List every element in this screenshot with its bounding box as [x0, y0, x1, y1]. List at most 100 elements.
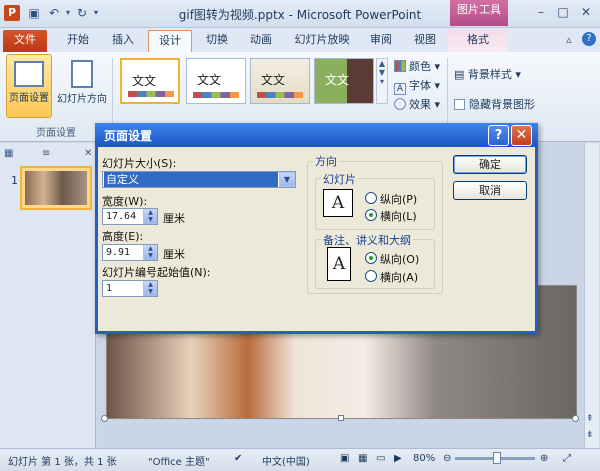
zoom-slider-knob[interactable]: [493, 452, 501, 464]
spellcheck-icon[interactable]: ✔: [234, 453, 242, 464]
theme-colors-label: 颜色: [409, 60, 431, 73]
prev-slide-icon[interactable]: ⇞: [586, 414, 594, 424]
minimize-ribbon-icon[interactable]: ▵: [566, 33, 572, 46]
resize-handle[interactable]: [338, 415, 344, 421]
number-from-label: 幻灯片编号起始值(N):: [102, 266, 211, 279]
theme-fonts-button[interactable]: A 字体 ▾: [394, 77, 440, 95]
close-icon[interactable]: ✕: [575, 4, 597, 20]
page-setup-group-label: 页面设置: [36, 128, 76, 139]
theme-sample-text: 文文: [197, 73, 222, 87]
tab-home[interactable]: 开始: [58, 30, 98, 52]
slides-portrait-radio[interactable]: [365, 192, 377, 204]
theme-option-2[interactable]: 文文: [186, 58, 246, 104]
fonts-icon: A: [394, 83, 406, 95]
language-status[interactable]: 中文(中国): [262, 453, 310, 468]
outline-tab-icon[interactable]: ≡: [42, 148, 50, 159]
height-spinner[interactable]: 9.91 ▲ ▼: [102, 244, 158, 261]
save-icon[interactable]: ▣: [26, 5, 42, 21]
width-spinner[interactable]: 17.64 ▲ ▼: [102, 208, 158, 225]
slide-size-label: 幻灯片大小(S):: [102, 157, 177, 170]
context-tab-group: 图片工具: [450, 0, 508, 26]
spinner-arrows-icon[interactable]: ▲ ▼: [143, 281, 157, 296]
resize-handle[interactable]: [572, 415, 579, 422]
hide-background-checkbox[interactable]: [454, 99, 465, 110]
minimize-icon[interactable]: –: [530, 4, 552, 20]
reading-view-icon[interactable]: ▭: [376, 453, 385, 464]
page-setup-button[interactable]: 页面设置: [6, 54, 52, 118]
window-title: gif图转为视频.pptx - Microsoft PowerPoint: [178, 8, 422, 22]
background-styles-button[interactable]: ▤ 背景样式 ▾: [454, 66, 521, 82]
slides-portrait-label: 纵向(P): [380, 193, 418, 206]
theme-option-1[interactable]: 文文: [120, 58, 180, 104]
number-from-spinner[interactable]: 1 ▲ ▼: [102, 280, 158, 297]
spinner-arrows-icon[interactable]: ▲ ▼: [143, 245, 157, 260]
theme-color-bar: [128, 91, 174, 97]
radio-selected-dot: [369, 213, 373, 217]
resize-handle[interactable]: [101, 415, 108, 422]
tab-animations[interactable]: 动画: [241, 30, 281, 52]
tab-format[interactable]: 格式: [448, 30, 508, 52]
slide-orientation-button[interactable]: 幻灯片方向: [56, 54, 108, 118]
fit-to-window-icon[interactable]: ⤢: [563, 453, 571, 464]
theme-option-4[interactable]: 文文: [314, 58, 374, 104]
width-label: 宽度(W):: [102, 195, 148, 208]
slideshow-icon[interactable]: ▶: [394, 453, 402, 464]
background-styles-label: 背景样式: [467, 68, 512, 81]
theme-option-3[interactable]: 文文: [250, 58, 310, 104]
radio-selected-dot: [369, 256, 373, 260]
theme-effects-button[interactable]: 效果 ▾: [394, 96, 440, 114]
spinner-arrows-icon[interactable]: ▲ ▼: [143, 209, 157, 224]
zoom-in-icon[interactable]: ⊕: [540, 453, 548, 464]
zoom-out-icon[interactable]: ⊖: [443, 453, 451, 464]
height-label: 高度(E):: [102, 230, 144, 243]
normal-view-icon[interactable]: ▣: [340, 453, 349, 464]
hide-background-graphics[interactable]: 隐藏背景图形: [454, 96, 535, 112]
customize-toolbar-icon[interactable]: ▾: [88, 5, 104, 21]
next-slide-icon[interactable]: ⇟: [586, 430, 594, 440]
slide-count-status: 幻灯片 第 1 张，共 1 张: [8, 457, 117, 468]
thumbnail-image: [25, 171, 87, 205]
slide-orientation-icon: [71, 60, 93, 88]
theme-sample-text: 文文: [132, 74, 157, 88]
slides-landscape-label: 横向(L): [380, 210, 417, 223]
slides-landscape-radio[interactable]: [365, 209, 377, 221]
theme-colors-button[interactable]: 颜色 ▾: [394, 58, 440, 76]
tab-slideshow[interactable]: 幻灯片放映: [287, 30, 357, 52]
powerpoint-app-icon[interactable]: P: [4, 5, 20, 21]
tab-view[interactable]: 视图: [405, 30, 445, 52]
tab-design[interactable]: 设计: [148, 30, 192, 52]
cancel-button[interactable]: 取消: [453, 181, 527, 200]
hide-background-label: 隐藏背景图形: [469, 98, 535, 111]
slide-orientation-label: 幻灯片方向: [57, 94, 107, 105]
tab-review[interactable]: 审阅: [361, 30, 401, 52]
tab-transitions[interactable]: 切换: [197, 30, 237, 52]
notes-portrait-radio[interactable]: [365, 252, 377, 264]
orientation-label: 方向: [313, 153, 339, 169]
tab-file[interactable]: 文件: [3, 30, 47, 52]
height-unit: 厘米: [163, 248, 185, 261]
help-icon[interactable]: ?: [582, 32, 596, 46]
slide-sorter-icon[interactable]: ▦: [358, 453, 367, 464]
slides-tab-icon[interactable]: ▦: [4, 148, 13, 159]
slide-thumbnail[interactable]: [20, 166, 92, 210]
notes-landscape-label: 横向(A): [380, 271, 419, 284]
tab-insert[interactable]: 插入: [103, 30, 143, 52]
maximize-icon[interactable]: □: [552, 4, 574, 20]
theme-sample-text: 文文: [325, 73, 350, 87]
portrait-page-icon: A: [327, 247, 351, 281]
theme-effects-label: 效果: [409, 98, 431, 111]
slide-size-value: 自定义: [104, 172, 278, 187]
slide-number: 1: [11, 174, 18, 187]
dialog-help-button[interactable]: ?: [488, 125, 509, 146]
dialog-title-bar[interactable]: [95, 123, 538, 147]
zoom-level[interactable]: 80%: [413, 453, 435, 464]
close-pane-icon[interactable]: ✕: [84, 148, 92, 159]
chevron-down-icon[interactable]: ▼: [279, 172, 295, 187]
theme-color-bar: [257, 92, 303, 98]
theme-gallery-scroll[interactable]: ▲ ▼ ▾: [376, 58, 388, 104]
notes-landscape-radio[interactable]: [365, 270, 377, 282]
vertical-scrollbar[interactable]: [584, 143, 599, 448]
dialog-close-button[interactable]: ✕: [511, 125, 532, 146]
slides-group-label: 幻灯片: [321, 171, 358, 187]
ok-button[interactable]: 确定: [453, 155, 527, 174]
